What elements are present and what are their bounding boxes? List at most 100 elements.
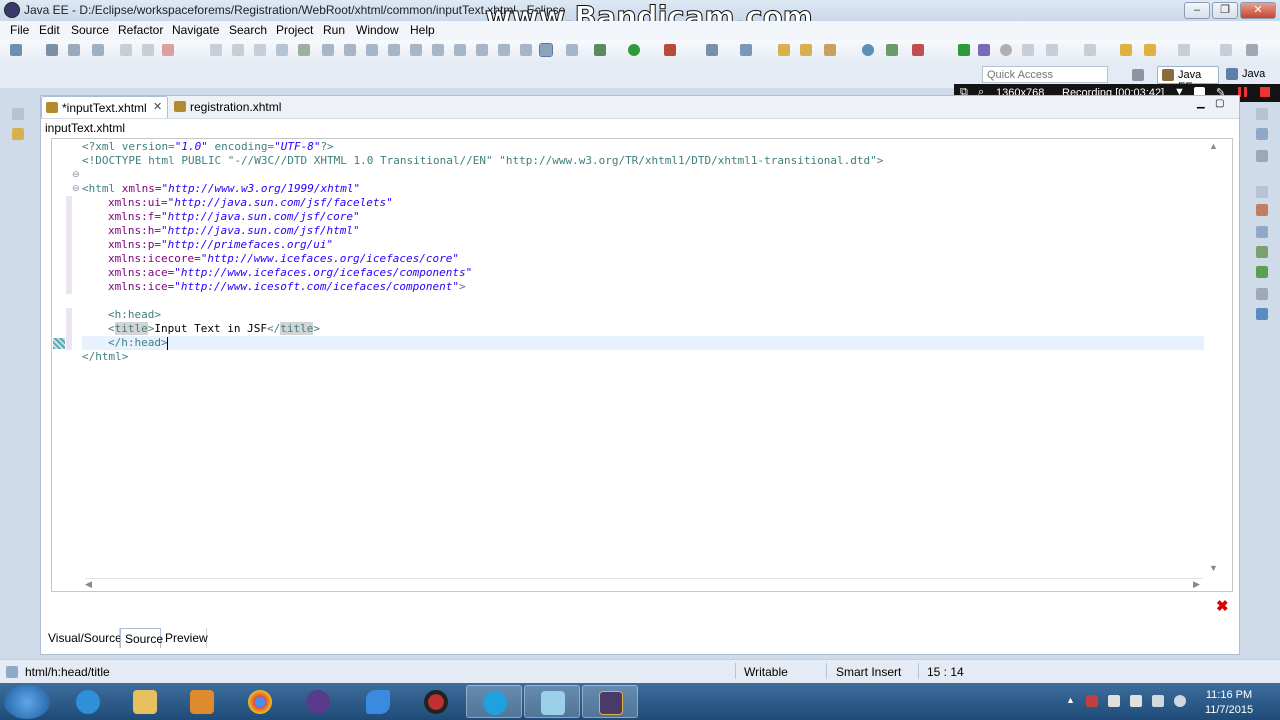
drop-frame-icon[interactable] (276, 44, 288, 56)
taskbar-eclipse-ee[interactable] (582, 685, 638, 718)
restore-icon[interactable] (12, 108, 24, 120)
network-icon[interactable] (1152, 695, 1164, 707)
taskbar-eclipse[interactable] (290, 685, 346, 718)
show-hidden-icons[interactable]: ▲ (1066, 695, 1075, 705)
error-icon[interactable]: ✖ (1216, 597, 1229, 615)
search-icon[interactable] (824, 44, 836, 56)
open-type-icon[interactable] (778, 44, 790, 56)
coverage-icon[interactable] (664, 44, 676, 56)
snippets-icon[interactable] (1256, 288, 1268, 300)
outline-icon[interactable] (1256, 128, 1268, 140)
scroll-down-icon[interactable]: ▼ (1209, 563, 1218, 573)
menu-file[interactable]: File (10, 23, 29, 37)
taskbar-notes[interactable] (524, 685, 580, 718)
server-icon[interactable] (706, 44, 718, 56)
tool-icon[interactable] (410, 44, 422, 56)
save-icon[interactable] (46, 44, 58, 56)
palette-icon[interactable] (1256, 204, 1268, 216)
toggle-icon[interactable] (539, 43, 553, 57)
tab-preview[interactable]: Preview (161, 628, 208, 648)
open-folder-icon[interactable] (800, 44, 812, 56)
tool-icon[interactable] (344, 44, 356, 56)
scroll-right-icon[interactable]: ▶ (1193, 579, 1200, 590)
horizontal-scrollbar[interactable]: ◀ ▶ (85, 578, 1203, 592)
fold-icon[interactable]: ⊖ (72, 183, 80, 194)
taskbar-chrome[interactable] (232, 685, 288, 718)
annotation-icon[interactable] (886, 44, 898, 56)
terminate-icon[interactable] (162, 44, 174, 56)
step-into-icon[interactable] (210, 44, 222, 56)
system-clock[interactable]: 11:16 PM 11/7/2015 (1196, 688, 1262, 718)
forward-icon[interactable] (1178, 44, 1190, 56)
hand-icon[interactable] (1022, 44, 1034, 56)
action-center-icon[interactable] (1108, 695, 1120, 707)
save-all-icon[interactable] (68, 44, 80, 56)
back-history-icon[interactable] (1144, 44, 1156, 56)
windows-start-button[interactable] (4, 685, 50, 719)
marker-icon[interactable] (912, 44, 924, 56)
taskbar-internet-explorer[interactable] (60, 685, 116, 718)
device-icon[interactable] (1130, 695, 1142, 707)
close-tab-icon[interactable]: ✕ (153, 100, 162, 113)
stop-icon[interactable] (1000, 44, 1012, 56)
step-over-icon[interactable] (232, 44, 244, 56)
tool-icon[interactable] (566, 44, 578, 56)
volume-icon[interactable] (1174, 695, 1186, 707)
scroll-up-icon[interactable]: ▲ (1209, 141, 1218, 151)
task-list-icon[interactable] (1256, 150, 1268, 162)
fold-icon[interactable]: ⊖ (72, 169, 80, 180)
properties-icon[interactable] (1256, 226, 1268, 238)
globe-icon[interactable] (862, 44, 874, 56)
tab-visual-source[interactable]: Visual/Source (44, 628, 122, 648)
quick-access-input[interactable] (982, 66, 1108, 83)
perspective-java-ee[interactable]: Java EE (1157, 66, 1219, 93)
prev-annotation-icon[interactable] (1084, 44, 1096, 56)
profile-icon[interactable] (978, 44, 990, 56)
open-perspective-icon[interactable] (1132, 69, 1144, 81)
tool-icon[interactable] (520, 44, 532, 56)
stop-record-icon[interactable] (1260, 87, 1270, 97)
tool-icon[interactable] (454, 44, 466, 56)
taskbar-skype[interactable] (466, 685, 522, 718)
tab-inputtext[interactable]: *inputText.xhtml ✕ (41, 96, 168, 118)
restore-icon[interactable] (1256, 108, 1268, 120)
use-step-filters-icon[interactable] (298, 44, 310, 56)
taskbar-media-player[interactable] (174, 685, 230, 718)
run-icon[interactable] (628, 44, 640, 56)
file-breadcrumb[interactable]: inputText.xhtml (45, 121, 125, 135)
menu-source[interactable]: Source (71, 23, 109, 37)
new-icon[interactable] (10, 44, 22, 56)
tray-icon[interactable] (1086, 695, 1098, 707)
tab-source[interactable]: Source (120, 628, 163, 648)
new-class-icon[interactable] (740, 44, 752, 56)
menu-run[interactable]: Run (323, 23, 345, 37)
tool-icon[interactable] (432, 44, 444, 56)
taskbar-bandicam[interactable] (408, 685, 464, 718)
project-explorer-icon[interactable] (12, 128, 24, 140)
maximize-button[interactable]: ❐ (1212, 2, 1238, 19)
view-icon[interactable] (1246, 44, 1258, 56)
minimize-editor-icon[interactable]: ▁ (1197, 98, 1205, 109)
menu-search[interactable]: Search (229, 23, 267, 37)
debug-icon[interactable] (594, 44, 606, 56)
minimize-button[interactable]: – (1184, 2, 1210, 19)
back-icon[interactable] (1120, 44, 1132, 56)
fast-view-icon[interactable] (6, 666, 18, 678)
menu-project[interactable]: Project (276, 23, 313, 37)
menu-refactor[interactable]: Refactor (118, 23, 163, 37)
play-icon[interactable] (958, 44, 970, 56)
tool-icon[interactable] (366, 44, 378, 56)
close-button[interactable]: ✕ (1240, 2, 1276, 19)
tool-icon[interactable] (322, 44, 334, 56)
menu-edit[interactable]: Edit (39, 23, 60, 37)
next-annotation-icon[interactable] (1046, 44, 1058, 56)
pin-icon[interactable] (1220, 44, 1232, 56)
scroll-left-icon[interactable]: ◀ (85, 579, 92, 590)
vertical-scrollbar[interactable]: ▲ ▼ (1205, 139, 1232, 575)
servers-icon[interactable] (1256, 246, 1268, 258)
tool-icon[interactable] (388, 44, 400, 56)
menu-help[interactable]: Help (410, 23, 435, 37)
restore-icon[interactable] (1256, 186, 1268, 198)
print-icon[interactable] (92, 44, 104, 56)
data-source-icon[interactable] (1256, 266, 1268, 278)
